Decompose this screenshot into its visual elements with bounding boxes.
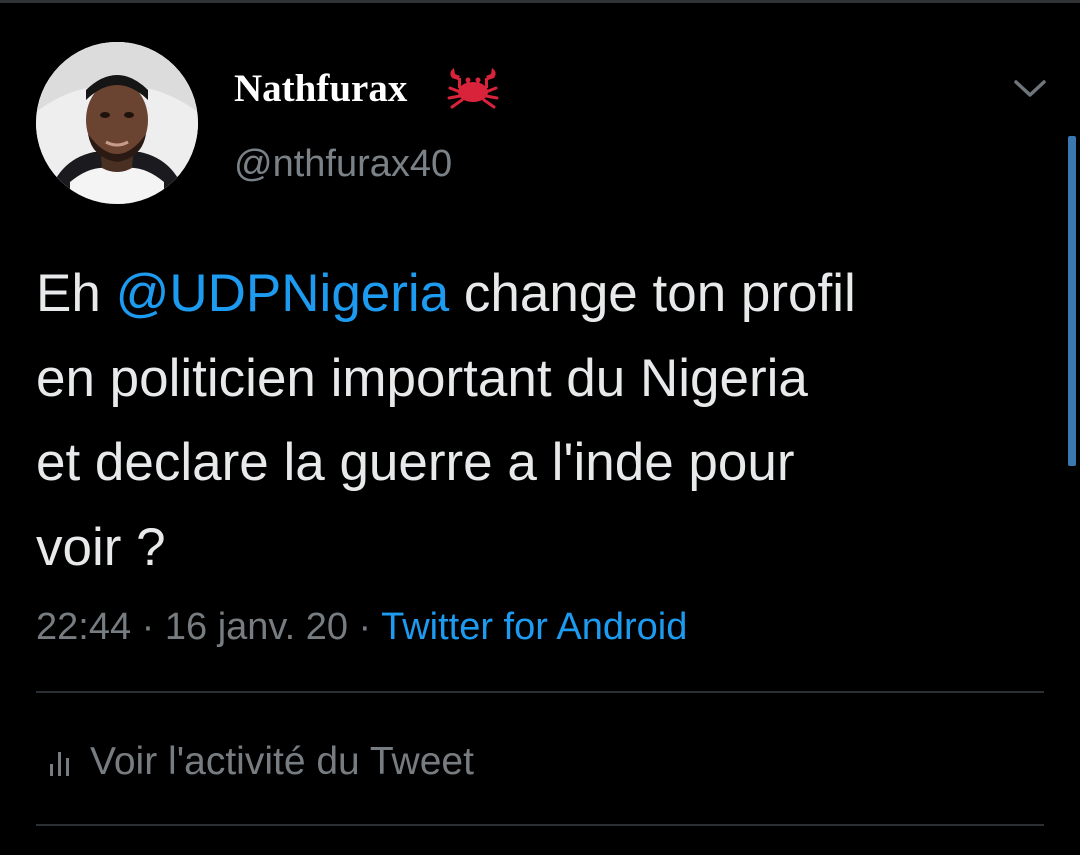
tweet-time: 22:44 (36, 606, 132, 648)
tweet-metadata: 22:44 · 16 janv. 20 · Twitter for Androi… (36, 601, 687, 653)
tweet-text-line-1: Eh @UDPNigeria change ton profil (36, 252, 1036, 337)
divider (36, 691, 1044, 693)
tweet-date: 16 janv. 20 (164, 606, 348, 648)
tweet-text-line-2: en politicien important du Nigeria (36, 348, 808, 408)
chevron-down-icon[interactable] (1010, 74, 1050, 102)
meta-separator: · (347, 606, 382, 648)
mention-link[interactable]: @UDPNigeria (116, 264, 450, 323)
scrollbar-thumb[interactable] (1068, 136, 1076, 466)
tweet-text: Eh @UDPNigeria change ton profil en poli… (36, 252, 1036, 590)
avatar[interactable] (36, 42, 198, 204)
tweet-text-segment: Eh (36, 264, 116, 323)
crab-icon (447, 68, 499, 109)
bar-chart-icon (50, 752, 69, 776)
tweet-activity-button[interactable]: Voir l'activité du Tweet (36, 730, 474, 794)
divider (36, 824, 1044, 826)
top-divider (0, 0, 1080, 3)
tweet-text-line-3: et declare la guerre a l'inde pour (36, 433, 795, 492)
username-handle[interactable]: @nthfurax40 (234, 140, 452, 188)
tweet-activity-label: Voir l'activité du Tweet (90, 740, 474, 783)
meta-separator: · (131, 606, 165, 648)
tweet-text-segment: change ton profil (449, 264, 856, 323)
avatar-image (36, 42, 198, 204)
tweet-text-line-4: voir ? (36, 517, 166, 577)
tweet-source-link[interactable]: Twitter for Android (381, 606, 687, 648)
display-name[interactable]: Nathfurax (234, 64, 407, 114)
